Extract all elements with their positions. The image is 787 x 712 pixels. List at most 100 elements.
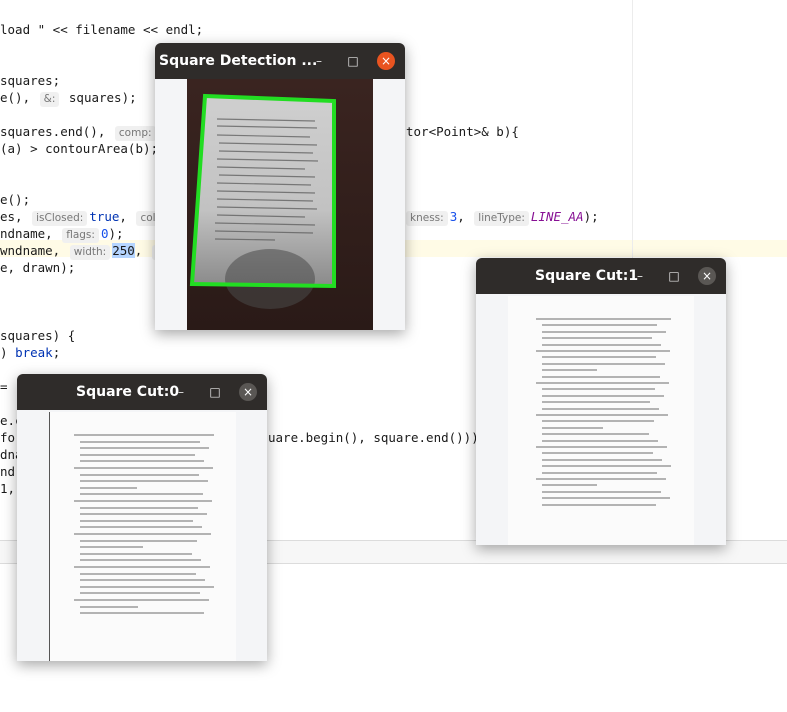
code-token: e, drawn); bbox=[0, 260, 76, 275]
document-text-line bbox=[80, 453, 195, 456]
cropped-page-image bbox=[49, 412, 236, 661]
cropped-page-image bbox=[508, 296, 694, 545]
document-text-line bbox=[80, 605, 138, 608]
square-detection-window[interactable]: Square Detection ... – □ × bbox=[155, 43, 405, 330]
document-text-line bbox=[542, 426, 603, 429]
code-token: true bbox=[89, 209, 120, 224]
document-text-line bbox=[536, 446, 667, 448]
window-content bbox=[476, 294, 726, 545]
minimize-icon[interactable]: – bbox=[631, 267, 649, 285]
document-text-line bbox=[80, 473, 199, 476]
document-text-line bbox=[542, 439, 658, 442]
code-token: squares; bbox=[0, 73, 61, 88]
code-line[interactable]: 1, bbox=[0, 480, 15, 497]
document-text-line bbox=[542, 452, 653, 455]
document-text-line bbox=[80, 579, 205, 582]
code-token: ); bbox=[583, 209, 599, 224]
close-icon[interactable]: × bbox=[239, 383, 257, 401]
code-token: , bbox=[119, 209, 135, 224]
document-text-line bbox=[74, 467, 213, 469]
code-token: squares.end(), bbox=[0, 124, 113, 139]
document-text-line bbox=[80, 612, 204, 615]
code-token: es, bbox=[0, 209, 31, 224]
code-token: ) bbox=[0, 345, 16, 360]
code-line[interactable]: squares.end(), comp: [ bbox=[0, 123, 173, 141]
window-title: Square Detection ... bbox=[159, 53, 318, 69]
code-token: = bbox=[0, 379, 8, 394]
square-cut-0-window[interactable]: Square Cut:0 – □ × bbox=[17, 374, 267, 661]
document-text-line bbox=[80, 506, 198, 509]
document-text-line bbox=[80, 447, 209, 450]
window-content bbox=[155, 79, 405, 330]
document-text-line bbox=[74, 533, 211, 535]
document-text-line bbox=[536, 382, 669, 384]
document-text-line bbox=[542, 362, 665, 365]
document-text-line bbox=[80, 572, 196, 575]
square-cut-1-window[interactable]: Square Cut:1 – □ × bbox=[476, 258, 726, 545]
code-token: load " << filename << endl; bbox=[0, 22, 204, 37]
document-text-line bbox=[74, 566, 210, 568]
code-token: squares) { bbox=[0, 328, 76, 343]
minimize-icon[interactable]: – bbox=[310, 52, 328, 70]
code-line[interactable]: ) break; bbox=[0, 344, 60, 361]
document-text-line bbox=[74, 599, 209, 601]
document-text-line bbox=[80, 460, 204, 463]
code-line[interactable]: load " << filename << endl; bbox=[0, 21, 203, 38]
code-token: ndname, bbox=[0, 226, 61, 241]
window-titlebar[interactable]: Square Detection ... – □ × bbox=[155, 43, 405, 79]
document-text-line bbox=[542, 375, 660, 378]
minimize-icon[interactable]: – bbox=[172, 383, 190, 401]
document-text-line bbox=[74, 434, 214, 436]
code-line[interactable]: tor<Point>& b){ bbox=[406, 123, 519, 140]
close-icon[interactable]: × bbox=[377, 52, 395, 70]
parameter-hint: width: bbox=[69, 245, 111, 260]
code-token: wndname, bbox=[0, 243, 68, 258]
parameter-hint: flags: bbox=[62, 228, 99, 243]
code-token: squares); bbox=[61, 90, 137, 105]
code-line[interactable]: squares; bbox=[0, 72, 60, 89]
document-text-line bbox=[80, 440, 200, 443]
document-text-line bbox=[542, 369, 597, 372]
parameter-hint: isClosed: bbox=[32, 211, 88, 226]
code-line[interactable]: squares) { bbox=[0, 327, 75, 344]
document-text-line bbox=[542, 337, 652, 340]
code-token: 1, bbox=[0, 481, 16, 496]
code-token: break bbox=[15, 345, 53, 360]
close-icon[interactable]: × bbox=[698, 267, 716, 285]
document-text-line bbox=[542, 503, 656, 506]
window-titlebar[interactable]: Square Cut:1 – □ × bbox=[476, 258, 726, 294]
code-line[interactable]: ndname, flags: 0); bbox=[0, 225, 124, 243]
document-text-line bbox=[74, 500, 212, 502]
window-content bbox=[17, 410, 267, 661]
code-line[interactable]: wndname, width:250, he bbox=[0, 242, 175, 260]
document-text-line bbox=[80, 513, 207, 516]
code-token: (a) > contourArea(b); bbox=[0, 141, 159, 156]
code-line[interactable]: e(), &: squares); bbox=[0, 89, 137, 107]
code-line[interactable]: uare.begin(), square.end())); bbox=[268, 429, 486, 446]
maximize-icon[interactable]: □ bbox=[206, 383, 224, 401]
code-line[interactable]: (a) > contourArea(b); bbox=[0, 140, 158, 157]
maximize-icon[interactable]: □ bbox=[344, 52, 362, 70]
window-titlebar[interactable]: Square Cut:0 – □ × bbox=[17, 374, 267, 410]
document-text-line bbox=[542, 458, 662, 461]
document-text-line bbox=[542, 420, 654, 423]
code-line[interactable]: e(); bbox=[0, 191, 30, 208]
document-text-line bbox=[542, 324, 657, 327]
code-line[interactable]: kness: 3, lineType: LINE_AA); bbox=[404, 208, 599, 226]
document-text-line bbox=[536, 478, 666, 480]
document-text-line bbox=[542, 388, 655, 391]
document-text-line bbox=[536, 318, 671, 320]
parameter-hint: comp: bbox=[114, 126, 156, 141]
code-line[interactable]: = bbox=[0, 378, 8, 395]
document-text-line bbox=[80, 539, 197, 542]
document-text-line bbox=[542, 343, 661, 346]
maximize-icon[interactable]: □ bbox=[665, 267, 683, 285]
document-text-line bbox=[542, 465, 671, 468]
code-line[interactable]: e, drawn); bbox=[0, 259, 75, 276]
code-line[interactable]: es, isClosed: true, color bbox=[0, 208, 172, 226]
code-token: tor<Point>& b){ bbox=[406, 124, 519, 139]
detection-image bbox=[187, 79, 373, 330]
document-text-line bbox=[80, 585, 214, 588]
document-text-line bbox=[80, 592, 200, 595]
code-token: e(), bbox=[0, 90, 38, 105]
